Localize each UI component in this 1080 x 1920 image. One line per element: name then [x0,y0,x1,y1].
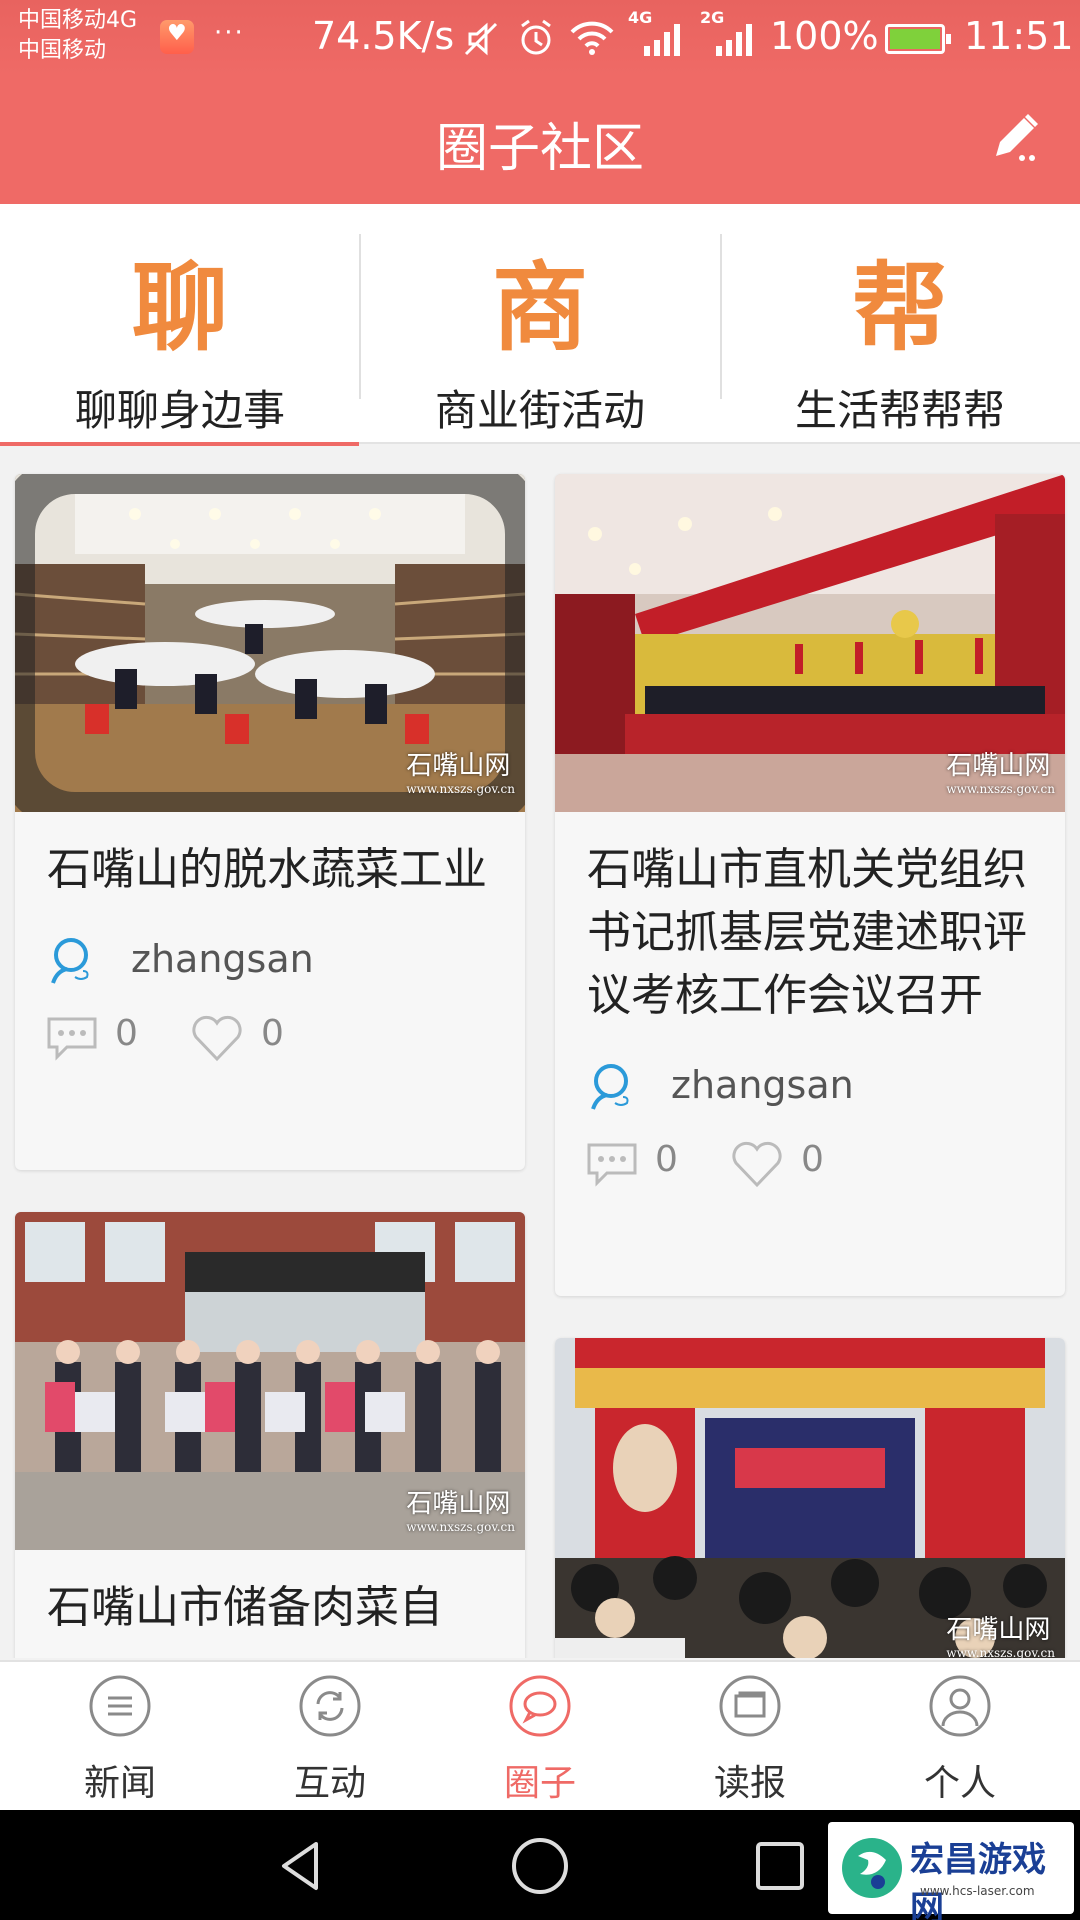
nav-label: 互动 [293,1763,366,1804]
nav-interact[interactable]: 互动 [222,1662,438,1812]
nav-news[interactable]: 新闻 [12,1662,228,1812]
author-avatar-icon [591,1064,629,1110]
category-tabs: 聊 聊聊身边事 商 商业街活动 帮 生活帮帮帮 [0,204,1080,446]
watermark-text: 石嘴山网 [946,1615,1051,1645]
post-title[interactable]: 石嘴山市直机关党组织书记抓基层党建述职评议考核工作会议召开 [555,812,1065,1027]
edit-pencil-icon[interactable] [988,110,1042,164]
chat-bubble-icon [509,1675,571,1737]
post-photo-stage: 石嘴山网 www.nxszs.gov.cn [555,1338,1065,1658]
post-card[interactable]: 石嘴山网 www.nxszs.gov.cn 石嘴山的脱水蔬菜工业 zhangsa… [15,474,525,1170]
watermark-text: 石嘴山网 [946,751,1051,781]
health-app-icon [160,20,194,54]
signal-2g: 2G [700,8,760,58]
nav-newspaper[interactable]: 读报 [642,1662,858,1812]
person-icon [929,1675,991,1737]
wifi-icon [570,21,614,55]
post-title[interactable]: 石嘴山的脱水蔬菜工业 [15,812,525,901]
comment-icon[interactable] [585,1141,639,1187]
battery-icon [885,24,951,54]
signal-4g: 4G [628,8,688,58]
comment-count: 0 [655,1139,678,1180]
nav-label: 新闻 [83,1763,156,1804]
tab-chat-nearby[interactable]: 聊 聊聊身边事 [0,204,360,446]
signal-bars-icon [716,24,752,56]
tab-life-help[interactable]: 帮 生活帮帮帮 [720,204,1080,444]
nav-circle[interactable]: 圈子 [432,1662,648,1812]
tab-label: 生活帮帮帮 [794,386,1005,435]
refresh-icon [299,1675,361,1737]
clock: 11:51 [964,14,1074,58]
brand-url: www.hcs-laser.com [920,1884,1035,1898]
mute-icon [464,22,498,56]
comment-count: 0 [115,1013,138,1054]
like-count: 0 [261,1013,284,1054]
signal-bars-icon [644,24,680,56]
post-grid: 石嘴山网 www.nxszs.gov.cn 石嘴山的脱水蔬菜工业 zhangsa… [0,446,1080,1658]
nav-profile[interactable]: 个人 [852,1662,1068,1812]
back-icon[interactable] [272,1836,332,1896]
watermark-url: www.nxszs.gov.cn [406,1520,515,1534]
watermark-text: 石嘴山网 [406,751,511,781]
post-card[interactable]: 石嘴山网 www.nxszs.gov.cn 石嘴山市储备肉菜自 [15,1212,525,1658]
brand-name: 宏昌游戏网 [910,1840,1046,1920]
home-icon[interactable] [510,1836,570,1896]
carrier-primary: 中国移动4G [18,8,138,33]
post-photo-library: 石嘴山网 www.nxszs.gov.cn [15,474,525,812]
nav-label: 圈子 [503,1763,576,1804]
alarm-icon [521,19,551,55]
tab-business-events[interactable]: 商 商业街活动 [360,204,720,444]
brand-watermark: 宏昌游戏网 www.hcs-laser.com [828,1822,1074,1920]
nav-label: 个人 [923,1763,996,1804]
carrier-secondary: 中国移动 [18,38,107,63]
recents-icon[interactable] [750,1836,810,1896]
post-author: zhangsan [555,1049,1065,1129]
post-card[interactable]: 石嘴山网 www.nxszs.gov.cn [555,1338,1065,1658]
watermark-url: www.nxszs.gov.cn [946,1646,1055,1658]
bottom-navigation: 新闻 互动 圈子 读报 个人 [0,1660,1080,1810]
post-author: zhangsan [15,923,525,1003]
business-glyph-icon: 商 [492,251,588,364]
watermark-url: www.nxszs.gov.cn [946,782,1055,796]
post-stats: 0 0 [555,1129,1065,1215]
post-photo-students: 石嘴山网 www.nxszs.gov.cn [15,1212,525,1550]
post-card[interactable]: 石嘴山网 www.nxszs.gov.cn 石嘴山市直机关党组织书记抓基层党建述… [555,474,1065,1296]
heart-icon[interactable] [190,1015,244,1063]
watermark-url: www.nxszs.gov.cn [406,782,515,796]
photo-watermark: 石嘴山网 www.nxszs.gov.cn [406,745,515,796]
photo-watermark: 石嘴山网 www.nxszs.gov.cn [946,745,1055,796]
heart-icon[interactable] [730,1141,784,1189]
tab-label: 聊聊身边事 [74,386,285,435]
post-title[interactable]: 石嘴山市储备肉菜自 [15,1550,525,1639]
author-name[interactable]: zhangsan [671,1063,854,1107]
carrier-info: 中国移动4G 中国移动 [18,6,137,66]
author-avatar-icon [51,938,89,984]
photo-watermark: 石嘴山网 www.nxszs.gov.cn [406,1483,515,1534]
post-stats: 0 0 [15,1003,525,1089]
more-notifications-icon: ··· [214,18,245,48]
app-header: 圈子社区 [0,76,1080,204]
newspaper-icon [719,1675,781,1737]
network-speed: 74.5K/s [312,14,455,58]
author-name[interactable]: zhangsan [131,937,314,981]
like-count: 0 [801,1139,824,1180]
nav-label: 读报 [713,1763,786,1804]
chat-glyph-icon: 聊 [132,251,228,364]
post-photo-conference: 石嘴山网 www.nxszs.gov.cn [555,474,1065,812]
news-list-icon [89,1675,151,1737]
brand-logo-icon [842,1838,902,1898]
tab-label: 商业街活动 [434,386,645,435]
watermark-text: 石嘴山网 [406,1489,511,1519]
comment-icon[interactable] [45,1015,99,1061]
help-glyph-icon: 帮 [852,251,948,364]
page-title: 圈子社区 [435,119,644,179]
status-bar: 中国移动4G 中国移动 ··· 74.5K/s 4G 2G 100% 11:51 [0,0,1080,76]
system-navigation-bar: 宏昌游戏网 www.hcs-laser.com [0,1810,1080,1920]
battery-percent: 100% [770,14,879,58]
photo-watermark: 石嘴山网 www.nxszs.gov.cn [946,1609,1055,1658]
